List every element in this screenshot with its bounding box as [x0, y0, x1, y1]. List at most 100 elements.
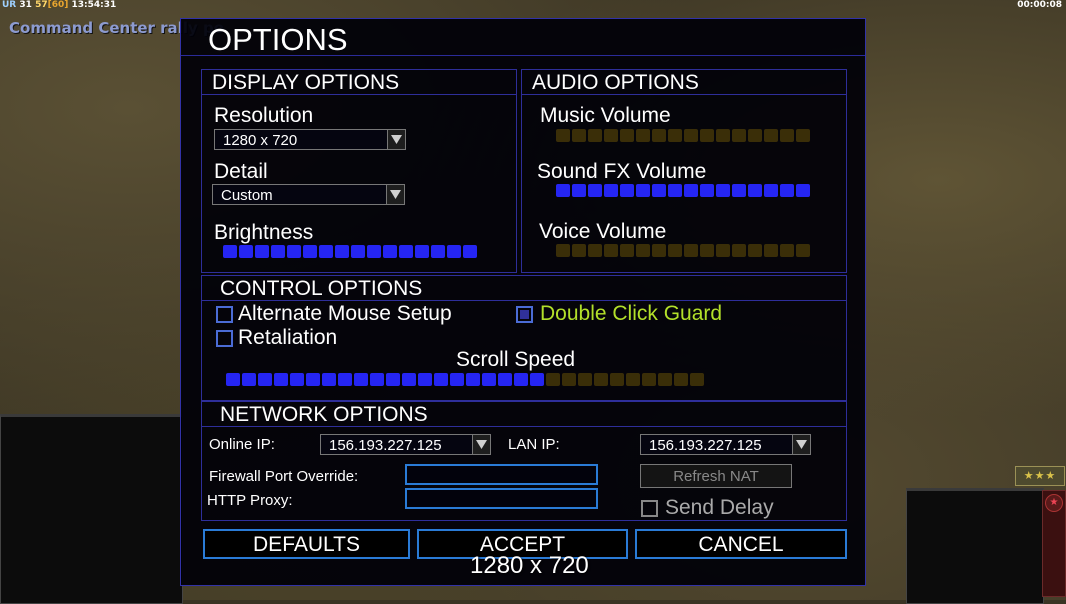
slider-segment[interactable]	[466, 373, 480, 386]
slider-segment[interactable]	[604, 184, 618, 197]
slider-segment[interactable]	[796, 184, 810, 197]
resolution-dropdown[interactable]: 1280 x 720	[214, 129, 406, 150]
slider-segment[interactable]	[546, 373, 560, 386]
slider-segment[interactable]	[338, 373, 352, 386]
lan-ip-dropdown[interactable]: 156.193.227.125	[640, 434, 811, 455]
send-delay-checkbox[interactable]	[641, 500, 658, 517]
slider-segment[interactable]	[514, 373, 528, 386]
brightness-slider[interactable]	[223, 245, 477, 258]
slider-segment[interactable]	[530, 373, 544, 386]
voice-volume-slider[interactable]	[556, 244, 810, 257]
slider-segment[interactable]	[258, 373, 272, 386]
http-proxy-field[interactable]	[405, 488, 598, 509]
slider-segment[interactable]	[684, 184, 698, 197]
slider-segment[interactable]	[431, 245, 445, 258]
slider-segment[interactable]	[402, 373, 416, 386]
slider-segment[interactable]	[732, 129, 746, 142]
retaliation-label[interactable]: Retaliation	[238, 326, 337, 350]
slider-segment[interactable]	[274, 373, 288, 386]
chevron-down-icon[interactable]	[472, 435, 490, 454]
slider-segment[interactable]	[732, 244, 746, 257]
slider-segment[interactable]	[572, 244, 586, 257]
slider-segment[interactable]	[351, 245, 365, 258]
slider-segment[interactable]	[572, 129, 586, 142]
slider-segment[interactable]	[383, 245, 397, 258]
retaliation-checkbox[interactable]	[216, 330, 233, 347]
slider-segment[interactable]	[764, 244, 778, 257]
slider-segment[interactable]	[626, 373, 640, 386]
slider-segment[interactable]	[287, 245, 301, 258]
slider-segment[interactable]	[239, 245, 253, 258]
slider-segment[interactable]	[319, 245, 333, 258]
chevron-down-icon[interactable]	[387, 130, 405, 149]
slider-segment[interactable]	[716, 184, 730, 197]
online-ip-dropdown[interactable]: 156.193.227.125	[320, 434, 491, 455]
slider-segment[interactable]	[399, 245, 413, 258]
slider-segment[interactable]	[242, 373, 256, 386]
slider-segment[interactable]	[652, 244, 666, 257]
slider-segment[interactable]	[620, 184, 634, 197]
slider-segment[interactable]	[652, 184, 666, 197]
slider-segment[interactable]	[226, 373, 240, 386]
send-delay-label[interactable]: Send Delay	[665, 496, 774, 520]
slider-segment[interactable]	[748, 129, 762, 142]
double-click-guard-checkbox[interactable]	[516, 306, 533, 323]
slider-segment[interactable]	[668, 244, 682, 257]
slider-segment[interactable]	[668, 184, 682, 197]
alt-mouse-checkbox[interactable]	[216, 306, 233, 323]
chevron-down-icon[interactable]	[792, 435, 810, 454]
slider-segment[interactable]	[636, 184, 650, 197]
slider-segment[interactable]	[386, 373, 400, 386]
cancel-button[interactable]: CANCEL	[635, 529, 847, 559]
slider-segment[interactable]	[463, 245, 477, 258]
slider-segment[interactable]	[668, 129, 682, 142]
slider-segment[interactable]	[255, 245, 269, 258]
slider-segment[interactable]	[482, 373, 496, 386]
star-icon[interactable]: ★	[1045, 494, 1063, 512]
slider-segment[interactable]	[354, 373, 368, 386]
slider-segment[interactable]	[732, 184, 746, 197]
slider-segment[interactable]	[658, 373, 672, 386]
slider-segment[interactable]	[748, 184, 762, 197]
slider-segment[interactable]	[700, 244, 714, 257]
detail-dropdown[interactable]: Custom	[212, 184, 405, 205]
defaults-button[interactable]: DEFAULTS	[203, 529, 410, 559]
slider-segment[interactable]	[556, 129, 570, 142]
double-click-guard-label[interactable]: Double Click Guard	[540, 302, 722, 326]
slider-segment[interactable]	[748, 244, 762, 257]
rank-badge[interactable]: ★★★	[1015, 466, 1065, 486]
slider-segment[interactable]	[764, 184, 778, 197]
slider-segment[interactable]	[556, 244, 570, 257]
slider-segment[interactable]	[610, 373, 624, 386]
slider-segment[interactable]	[556, 184, 570, 197]
slider-segment[interactable]	[588, 184, 602, 197]
slider-segment[interactable]	[796, 129, 810, 142]
slider-segment[interactable]	[223, 245, 237, 258]
slider-segment[interactable]	[684, 244, 698, 257]
slider-segment[interactable]	[700, 129, 714, 142]
sfx-volume-slider[interactable]	[556, 184, 810, 197]
slider-segment[interactable]	[447, 245, 461, 258]
slider-segment[interactable]	[690, 373, 704, 386]
slider-segment[interactable]	[498, 373, 512, 386]
slider-segment[interactable]	[796, 244, 810, 257]
slider-segment[interactable]	[562, 373, 576, 386]
slider-segment[interactable]	[322, 373, 336, 386]
refresh-nat-button[interactable]: Refresh NAT	[640, 464, 792, 488]
slider-segment[interactable]	[716, 244, 730, 257]
scroll-speed-slider[interactable]	[226, 373, 704, 386]
slider-segment[interactable]	[604, 129, 618, 142]
music-volume-slider[interactable]	[556, 129, 810, 142]
slider-segment[interactable]	[588, 129, 602, 142]
slider-segment[interactable]	[780, 244, 794, 257]
alt-mouse-label[interactable]: Alternate Mouse Setup	[238, 302, 452, 326]
slider-segment[interactable]	[594, 373, 608, 386]
slider-segment[interactable]	[636, 129, 650, 142]
slider-segment[interactable]	[620, 244, 634, 257]
slider-segment[interactable]	[700, 184, 714, 197]
slider-segment[interactable]	[684, 129, 698, 142]
slider-segment[interactable]	[674, 373, 688, 386]
slider-segment[interactable]	[450, 373, 464, 386]
slider-segment[interactable]	[780, 129, 794, 142]
slider-segment[interactable]	[367, 245, 381, 258]
